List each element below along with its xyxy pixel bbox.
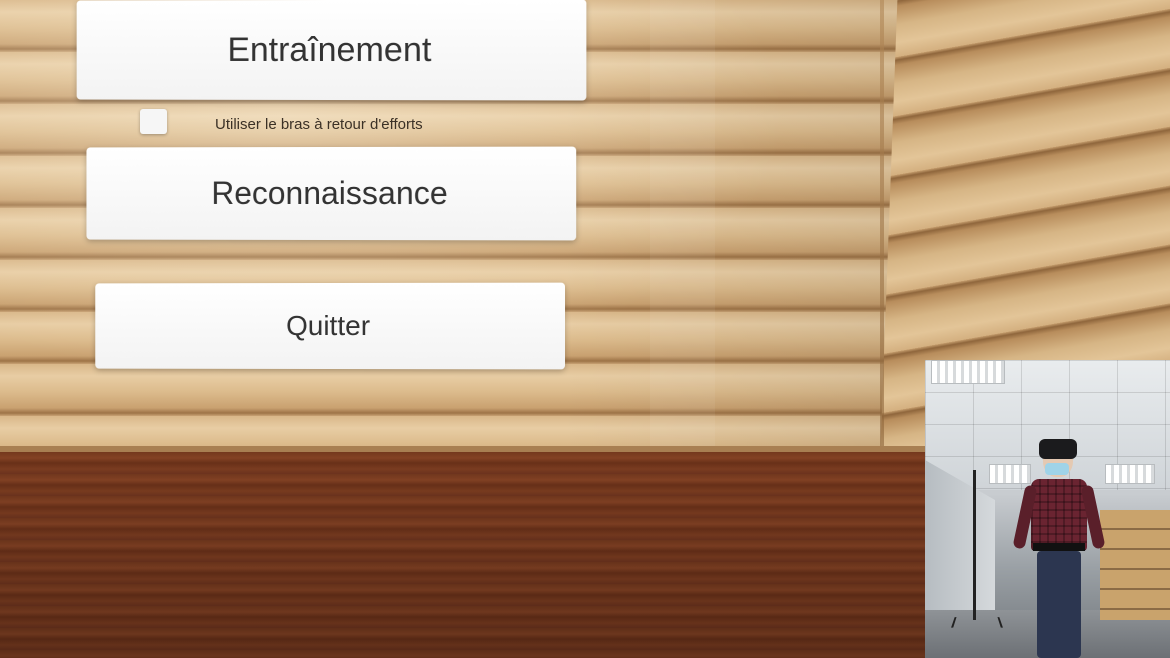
recognition-button[interactable]: Reconnaissance	[86, 146, 577, 241]
force-feedback-label: Utiliser le bras à retour d'efforts	[215, 116, 423, 133]
storage-shelves	[1100, 510, 1170, 620]
vr-scene: Entraînement Utiliser le bras à retour d…	[0, 0, 1170, 658]
camera-feed-inset	[925, 360, 1170, 658]
force-feedback-checkbox[interactable]	[140, 109, 167, 134]
wall-corner	[880, 0, 884, 470]
training-button[interactable]: Entraînement	[76, 0, 587, 101]
ceiling-light	[931, 360, 1005, 384]
wall-light-strip	[650, 0, 715, 460]
vr-headset-icon	[1039, 439, 1077, 459]
tripod-stand	[973, 470, 976, 620]
wooden-floor	[0, 452, 930, 658]
person-with-vr-headset-icon	[1012, 435, 1106, 658]
ceiling-light	[1105, 464, 1155, 484]
quit-button[interactable]: Quitter	[95, 282, 566, 370]
face-mask	[1045, 463, 1069, 475]
